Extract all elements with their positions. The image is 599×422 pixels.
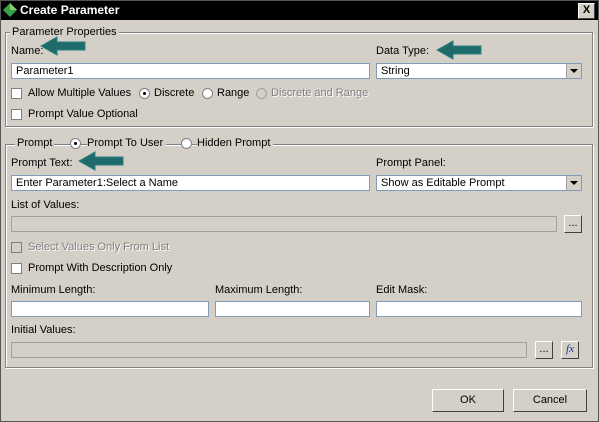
hidden-prompt-radio[interactable] <box>181 138 192 149</box>
arrow-icon <box>77 151 124 171</box>
list-of-values-input[interactable] <box>11 216 557 232</box>
prompt-to-user-radio[interactable] <box>70 138 81 149</box>
select-only-from-list-label: Select Values Only From List <box>28 241 170 253</box>
range-label: Range <box>217 87 250 99</box>
prompt-text-label: Prompt Text: <box>11 157 73 169</box>
discrete-label: Discrete <box>154 87 195 99</box>
data-type-select[interactable]: String <box>376 63 582 79</box>
initial-values-input[interactable] <box>11 342 527 358</box>
data-type-dropdown-icon[interactable] <box>566 64 581 78</box>
prompt-panel-label: Prompt Panel: <box>376 157 446 169</box>
with-description-label: Prompt With Description Only <box>28 262 173 274</box>
initial-values-browse-button[interactable]: ... <box>535 341 553 359</box>
arrow-icon <box>435 40 482 60</box>
max-length-input[interactable] <box>215 301 370 317</box>
discrete-radio[interactable] <box>139 88 150 99</box>
formula-fx-button[interactable]: fx <box>561 341 579 359</box>
value-optional-label: Prompt Value Optional <box>28 108 138 120</box>
arrow-icon <box>39 36 86 56</box>
prompt-text-input[interactable]: Enter Parameter1:Select a Name <box>11 175 370 191</box>
prompt-to-user-label: Prompt To User <box>87 137 167 149</box>
create-parameter-dialog: Create Parameter X Parameter Properties … <box>0 0 599 422</box>
hidden-prompt-label: Hidden Prompt <box>197 137 274 149</box>
diamond-icon <box>3 3 17 17</box>
data-type-label: Data Type: <box>376 45 429 57</box>
name-input[interactable]: Parameter1 <box>11 63 370 79</box>
list-of-values-label: List of Values: <box>11 199 80 211</box>
edit-mask-input[interactable] <box>376 301 582 317</box>
list-of-values-browse-button[interactable]: ... <box>564 215 582 233</box>
allow-multiple-checkbox[interactable] <box>11 88 22 99</box>
max-length-label: Maximum Length: <box>215 284 303 296</box>
prompt-legend: Prompt <box>15 137 55 149</box>
select-only-from-list-checkbox[interactable] <box>11 242 22 253</box>
min-length-label: Minimum Length: <box>11 284 96 296</box>
value-optional-checkbox[interactable] <box>11 109 22 120</box>
prompt-panel-value: Show as Editable Prompt <box>381 177 505 189</box>
title-bar: Create Parameter X <box>1 1 598 20</box>
min-length-input[interactable] <box>11 301 209 317</box>
allow-multiple-label: Allow Multiple Values <box>28 87 132 99</box>
window-title: Create Parameter <box>20 3 120 17</box>
ok-button[interactable]: OK <box>432 389 504 412</box>
range-radio[interactable] <box>202 88 213 99</box>
discrete-and-range-radio[interactable] <box>256 88 267 99</box>
prompt-panel-select[interactable]: Show as Editable Prompt <box>376 175 582 191</box>
edit-mask-label: Edit Mask: <box>376 284 428 296</box>
with-description-checkbox[interactable] <box>11 263 22 274</box>
data-type-value: String <box>381 65 410 77</box>
cancel-button[interactable]: Cancel <box>513 389 587 412</box>
initial-values-label: Initial Values: <box>11 324 76 336</box>
prompt-panel-dropdown-icon[interactable] <box>566 176 581 190</box>
discrete-and-range-label: Discrete and Range <box>271 87 369 99</box>
close-button[interactable]: X <box>578 3 595 19</box>
